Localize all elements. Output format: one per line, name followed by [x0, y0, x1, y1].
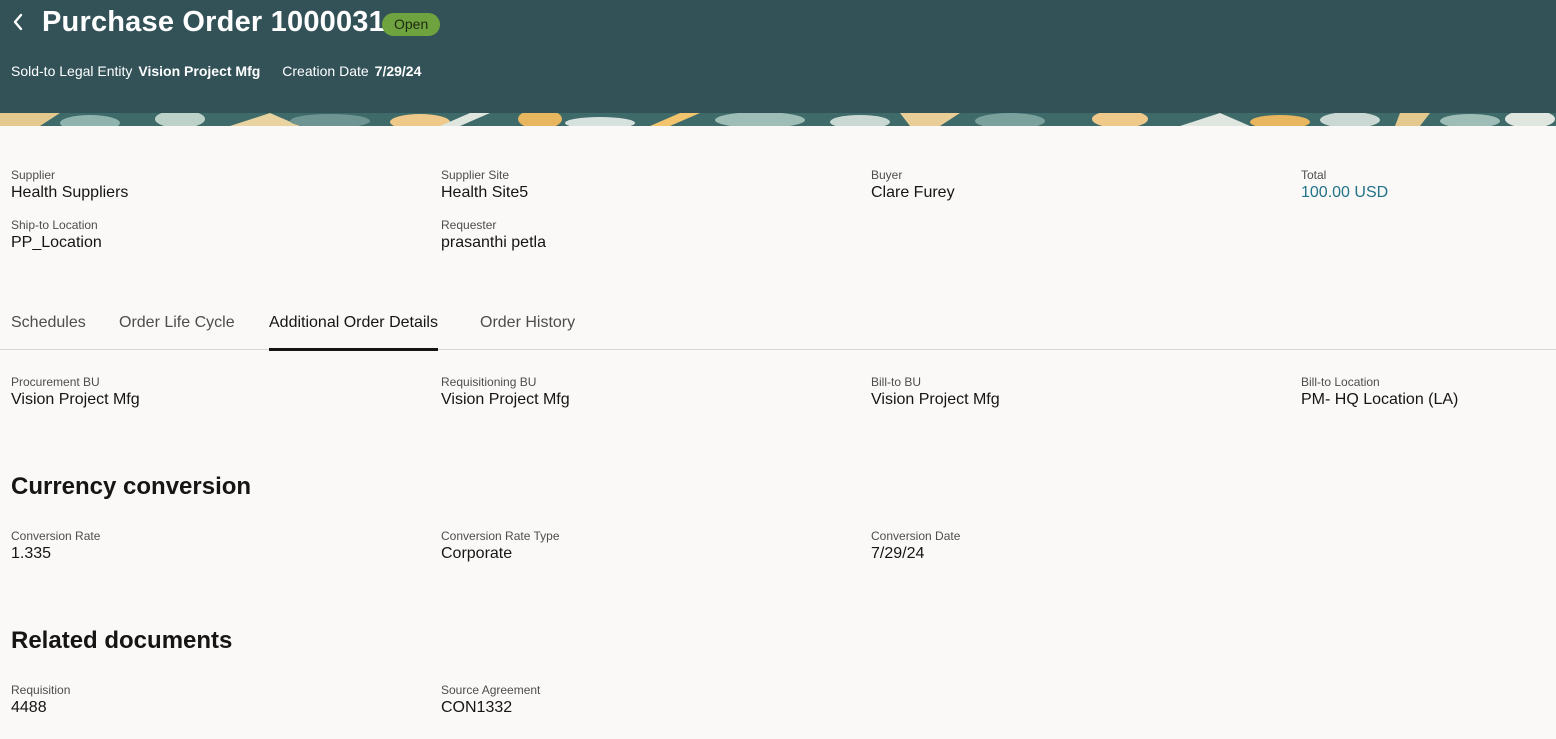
source-agreement-value: CON1332 [441, 699, 513, 716]
procurement-bu-label: Procurement BU [11, 375, 100, 389]
related-documents-heading: Related documents [11, 627, 233, 654]
bill-to-bu-label: Bill-to BU [871, 375, 922, 389]
conversion-date-label: Conversion Date [871, 529, 961, 543]
procurement-bu-value: Vision Project Mfg [11, 391, 140, 408]
conversion-rate-value: 1.335 [11, 545, 52, 562]
bill-to-bu-field: Bill-to BU Vision Project Mfg [871, 375, 1000, 410]
bill-to-location-field: Bill-to Location PM- HQ Location (LA) [1301, 375, 1458, 410]
requisitioning-bu-value: Vision Project Mfg [441, 391, 570, 408]
source-agreement-field: Source Agreement CON1332 [441, 683, 540, 718]
decorative-banner [0, 113, 1556, 126]
tab-schedules[interactable]: Schedules [11, 314, 86, 348]
conversion-date-field: Conversion Date 7/29/24 [871, 529, 960, 564]
creation-date-label: Creation Date [282, 63, 369, 79]
creation-date-value: 7/29/24 [374, 63, 422, 79]
bill-to-location-label: Bill-to Location [1301, 375, 1380, 389]
conversion-rate-label: Conversion Rate [11, 529, 101, 543]
supplier-label: Supplier [11, 168, 56, 182]
conversion-rate-type-value: Corporate [441, 545, 513, 562]
conversion-rate-field: Conversion Rate 1.335 [11, 529, 100, 564]
total-label: Total [1301, 168, 1327, 182]
chevron-left-icon [12, 13, 24, 36]
supplier-site-field: Supplier Site Health Site5 [441, 168, 528, 203]
conversion-rate-type-field: Conversion Rate Type Corporate [441, 529, 560, 564]
page-header: Purchase Order 1000031 Open Sold-to Lega… [0, 0, 1556, 126]
sold-to-value: Vision Project Mfg [138, 63, 261, 79]
bill-to-location-value: PM- HQ Location (LA) [1301, 391, 1459, 408]
tab-order-history[interactable]: Order History [480, 314, 575, 348]
supplier-site-label: Supplier Site [441, 168, 510, 182]
sold-to-label: Sold-to Legal Entity [11, 63, 133, 79]
requisition-label: Requisition [11, 683, 71, 697]
requisition-value: 4488 [11, 699, 47, 716]
tab-bar: Schedules Order Life Cycle Additional Or… [0, 306, 1556, 351]
ship-to-field: Ship-to Location PP_Location [11, 218, 102, 253]
conversion-date-value: 7/29/24 [871, 545, 925, 562]
total-link[interactable]: 100.00 USD [1301, 183, 1388, 203]
header-meta: Sold-to Legal Entity Vision Project Mfg Cr… [11, 63, 421, 79]
requisitioning-bu-label: Requisitioning BU [441, 375, 537, 389]
buyer-value: Clare Furey [871, 184, 955, 201]
tab-additional-order-details[interactable]: Additional Order Details [269, 314, 438, 351]
buyer-field: Buyer Clare Furey [871, 168, 955, 203]
buyer-label: Buyer [871, 168, 903, 182]
currency-conversion-heading: Currency conversion [11, 473, 252, 500]
supplier-value: Health Suppliers [11, 184, 129, 201]
supplier-field: Supplier Health Suppliers [11, 168, 128, 203]
page-title: Purchase Order 1000031 [42, 6, 385, 38]
conversion-rate-type-label: Conversion Rate Type [441, 529, 560, 543]
source-agreement-label: Source Agreement [441, 683, 541, 697]
requester-label: Requester [441, 218, 497, 232]
supplier-site-value: Health Site5 [441, 184, 529, 201]
procurement-bu-field: Procurement BU Vision Project Mfg [11, 375, 140, 410]
ship-to-value: PP_Location [11, 234, 102, 251]
tab-order-life-cycle[interactable]: Order Life Cycle [119, 314, 235, 348]
total-field: Total 100.00 USD [1301, 168, 1388, 203]
requisitioning-bu-field: Requisitioning BU Vision Project Mfg [441, 375, 570, 410]
bill-to-bu-value: Vision Project Mfg [871, 391, 1000, 408]
requester-value: prasanthi petla [441, 234, 546, 251]
requester-field: Requester prasanthi petla [441, 218, 546, 253]
back-button[interactable] [8, 10, 28, 38]
ship-to-label: Ship-to Location [11, 218, 98, 232]
status-badge: Open [382, 13, 441, 36]
requisition-field: Requisition 4488 [11, 683, 70, 718]
